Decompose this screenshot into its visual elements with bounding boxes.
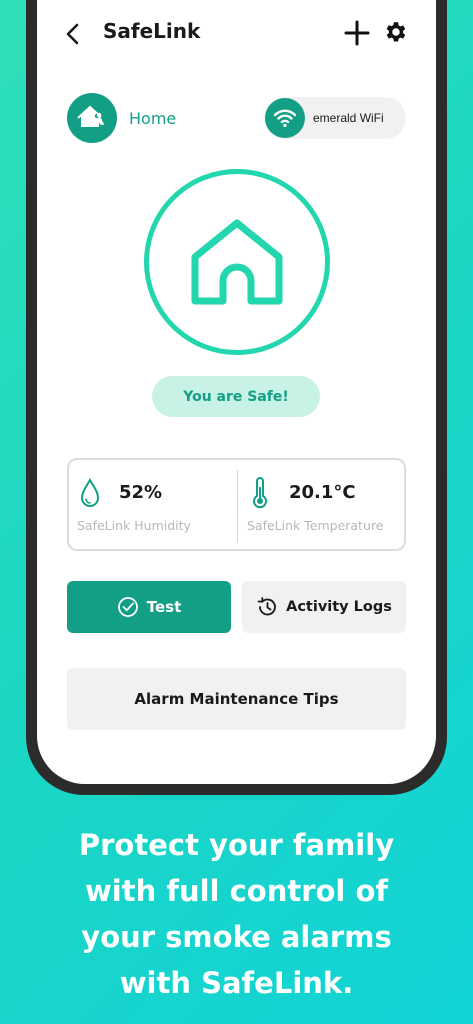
humidity-caption: SafeLink Humidity [77, 518, 191, 533]
app-header: SafeLink [37, 0, 436, 66]
test-button-label: Test [146, 598, 182, 616]
safety-status-ring [144, 169, 330, 355]
location-selector[interactable]: Home [67, 93, 176, 143]
tagline-line: Protect your family [78, 828, 395, 862]
house-outline-icon [191, 219, 283, 305]
temperature-caption: SafeLink Temperature [247, 518, 384, 533]
stats-divider [237, 470, 238, 542]
app-screen: SafeLink Home emerald WiFi You are Safe!… [37, 0, 436, 784]
tagline-line: with full control of [85, 874, 388, 908]
temperature-value: 20.1°C [289, 482, 356, 503]
humidity-value: 52% [119, 482, 163, 503]
maintenance-tips-button[interactable]: Alarm Maintenance Tips [67, 668, 406, 730]
marketing-tagline: Protect your family with full control of… [0, 822, 473, 1006]
gear-icon[interactable] [382, 19, 408, 45]
plus-icon[interactable] [344, 20, 370, 46]
droplet-icon [80, 477, 100, 507]
wifi-icon [265, 98, 305, 138]
sensor-stats-card: 52% SafeLink Humidity 20.1°C SafeLink Te… [67, 458, 406, 551]
wifi-label: emerald WiFi [313, 111, 384, 125]
humidity-stat: 52% SafeLink Humidity [69, 460, 237, 553]
activity-logs-button[interactable]: Activity Logs [242, 581, 406, 633]
page-title: SafeLink [103, 19, 201, 43]
thermometer-icon [253, 477, 267, 509]
check-circle-icon [117, 597, 138, 617]
chevron-left-icon[interactable] [63, 22, 83, 46]
wifi-selector[interactable]: emerald WiFi [264, 97, 406, 139]
test-alarm-button[interactable]: Test [67, 581, 231, 633]
temperature-stat: 20.1°C SafeLink Temperature [239, 460, 407, 553]
location-label: Home [129, 108, 177, 128]
tagline-line: your smoke alarms [81, 920, 392, 954]
home-person-icon [67, 93, 117, 143]
history-icon [257, 597, 276, 616]
tagline-line: with SafeLink. [119, 966, 354, 1000]
logs-button-label: Activity Logs [286, 599, 392, 615]
status-badge: You are Safe! [152, 376, 320, 417]
